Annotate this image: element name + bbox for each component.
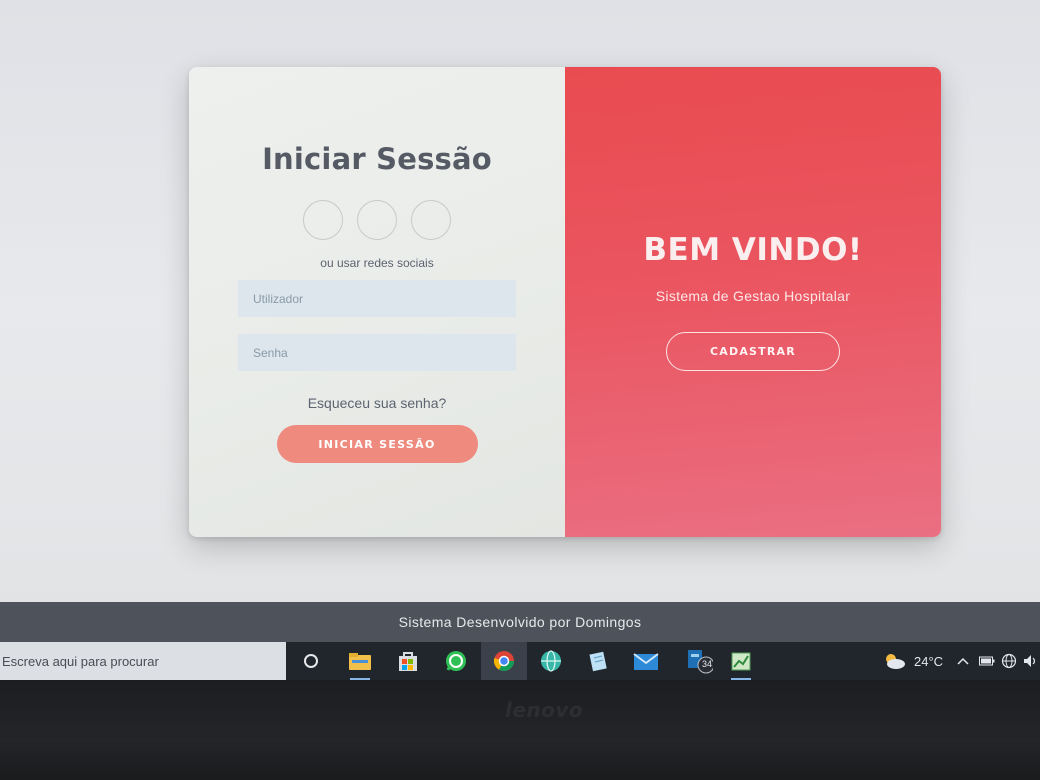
mail-unread-badge: 34 [701,659,712,669]
lenovo-logo: lenovo [505,698,584,722]
volume-icon[interactable] [1023,642,1039,680]
mail-icon[interactable] [633,648,659,674]
welcome-title: BEM VINDO! [643,232,863,268]
welcome-panel: BEM VINDO! Sistema de Gestao Hospitalar … [565,67,941,537]
login-button[interactable]: INICIAR SESSÃO [276,425,478,463]
auth-card: Iniciar Sessão ou usar redes sociais Esq… [189,67,941,537]
chrome-icon[interactable] [481,642,527,686]
laptop-bezel: lenovo [0,680,1040,780]
social-login-button-2[interactable] [357,200,397,240]
notepad-icon[interactable] [586,648,612,674]
globe-app-icon[interactable] [538,648,564,674]
weather-widget[interactable]: 24°C [882,642,943,680]
login-title: Iniciar Sessão [262,142,492,176]
social-login-button-1[interactable] [303,200,343,240]
forgot-password-link[interactable]: Esqueceu sua senha? [308,395,447,411]
social-login-button-3[interactable] [411,200,451,240]
file-explorer-icon[interactable] [347,648,373,680]
taskbar-search[interactable]: Escreva aqui para procurar [0,642,286,680]
tray-chevron-up-icon[interactable] [956,642,970,680]
welcome-subtitle: Sistema de Gestao Hospitalar [655,288,851,304]
mail-badge-app-icon[interactable]: 34 [687,648,713,674]
register-button[interactable]: CADASTRAR [666,332,840,371]
windows-taskbar: Escreva aqui para procurar 34 24°C [0,642,1040,686]
username-field[interactable] [238,280,516,317]
network-globe-icon[interactable] [1001,642,1017,680]
spreadsheet-icon[interactable] [728,648,754,680]
footer-credit: Sistema Desenvolvido por Domingos [398,614,642,630]
microsoft-store-icon[interactable] [395,648,421,674]
social-buttons [303,200,451,240]
login-panel: Iniciar Sessão ou usar redes sociais Esq… [189,67,565,537]
battery-icon[interactable] [979,642,995,680]
whatsapp-icon[interactable] [443,648,469,674]
taskbar-search-placeholder: Escreva aqui para procurar [2,653,159,669]
social-login-caption: ou usar redes sociais [320,256,434,270]
weather-temperature: 24°C [914,653,944,669]
partly-cloudy-icon [886,654,905,669]
cortana-circle-icon[interactable] [298,648,324,674]
footer-bar: Sistema Desenvolvido por Domingos [0,602,1040,642]
password-field[interactable] [238,334,516,371]
